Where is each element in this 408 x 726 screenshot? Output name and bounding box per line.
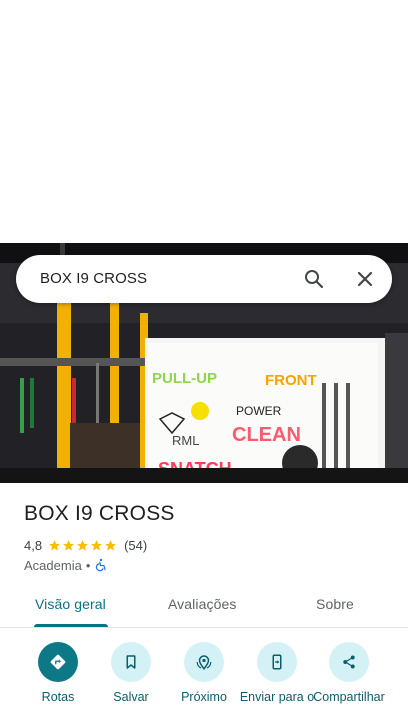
tab-bar: Visão geral Avaliações Sobre: [0, 584, 408, 628]
nearby-label: Próximo: [181, 690, 227, 704]
star-icon: [105, 539, 116, 551]
tab-reviews[interactable]: Avaliações: [168, 596, 236, 612]
share-icon: [329, 642, 369, 682]
search-icon[interactable]: [302, 267, 326, 291]
star-icon: [77, 539, 88, 551]
map-area-blank: [0, 0, 408, 243]
save-label: Salvar: [113, 690, 149, 704]
place-title: BOX I9 CROSS: [24, 502, 175, 525]
star-icon: [49, 539, 60, 551]
search-bar[interactable]: BOX I9 CROSS: [16, 255, 392, 303]
tab-about[interactable]: Sobre: [316, 596, 354, 612]
close-icon[interactable]: [353, 267, 377, 291]
rating-row[interactable]: 4,8 (54): [24, 537, 147, 553]
nearby-button[interactable]: Próximo: [164, 641, 244, 726]
share-button[interactable]: Compartilhar: [309, 641, 389, 726]
directions-button[interactable]: Rotas: [18, 641, 98, 726]
send-to-phone-label: Enviar para o: [239, 690, 315, 704]
tab-overview[interactable]: Visão geral: [35, 596, 106, 612]
active-tab-indicator: [34, 624, 108, 627]
separator-dot: •: [85, 557, 91, 573]
svg-text:CLEAN: CLEAN: [232, 424, 301, 446]
directions-label: Rotas: [41, 690, 75, 704]
rating-value: 4,8: [24, 537, 43, 553]
rating-stars: [48, 539, 118, 552]
review-count[interactable]: (54): [124, 538, 147, 553]
star-icon: [91, 539, 102, 551]
star-icon: [63, 539, 74, 551]
wheelchair-accessible-icon: [96, 558, 107, 572]
action-buttons: Rotas Salvar Próximo Enviar para o Compa…: [0, 641, 408, 726]
save-button[interactable]: Salvar: [91, 641, 171, 726]
svg-text:RML: RML: [172, 433, 199, 448]
category-row: Academia •: [24, 557, 108, 573]
search-query[interactable]: BOX I9 CROSS: [40, 270, 147, 287]
send-to-phone-icon: [257, 642, 297, 682]
svg-text:PULL-UP: PULL-UP: [152, 370, 217, 387]
place-category: Academia: [24, 557, 82, 573]
nearby-icon: [184, 642, 224, 682]
share-label: Compartilhar: [313, 690, 385, 704]
svg-text:POWER: POWER: [236, 404, 282, 418]
svg-text:FRONT: FRONT: [265, 372, 317, 389]
directions-icon: [38, 642, 78, 682]
bookmark-icon: [111, 642, 151, 682]
send-to-phone-button[interactable]: Enviar para o: [237, 641, 317, 726]
